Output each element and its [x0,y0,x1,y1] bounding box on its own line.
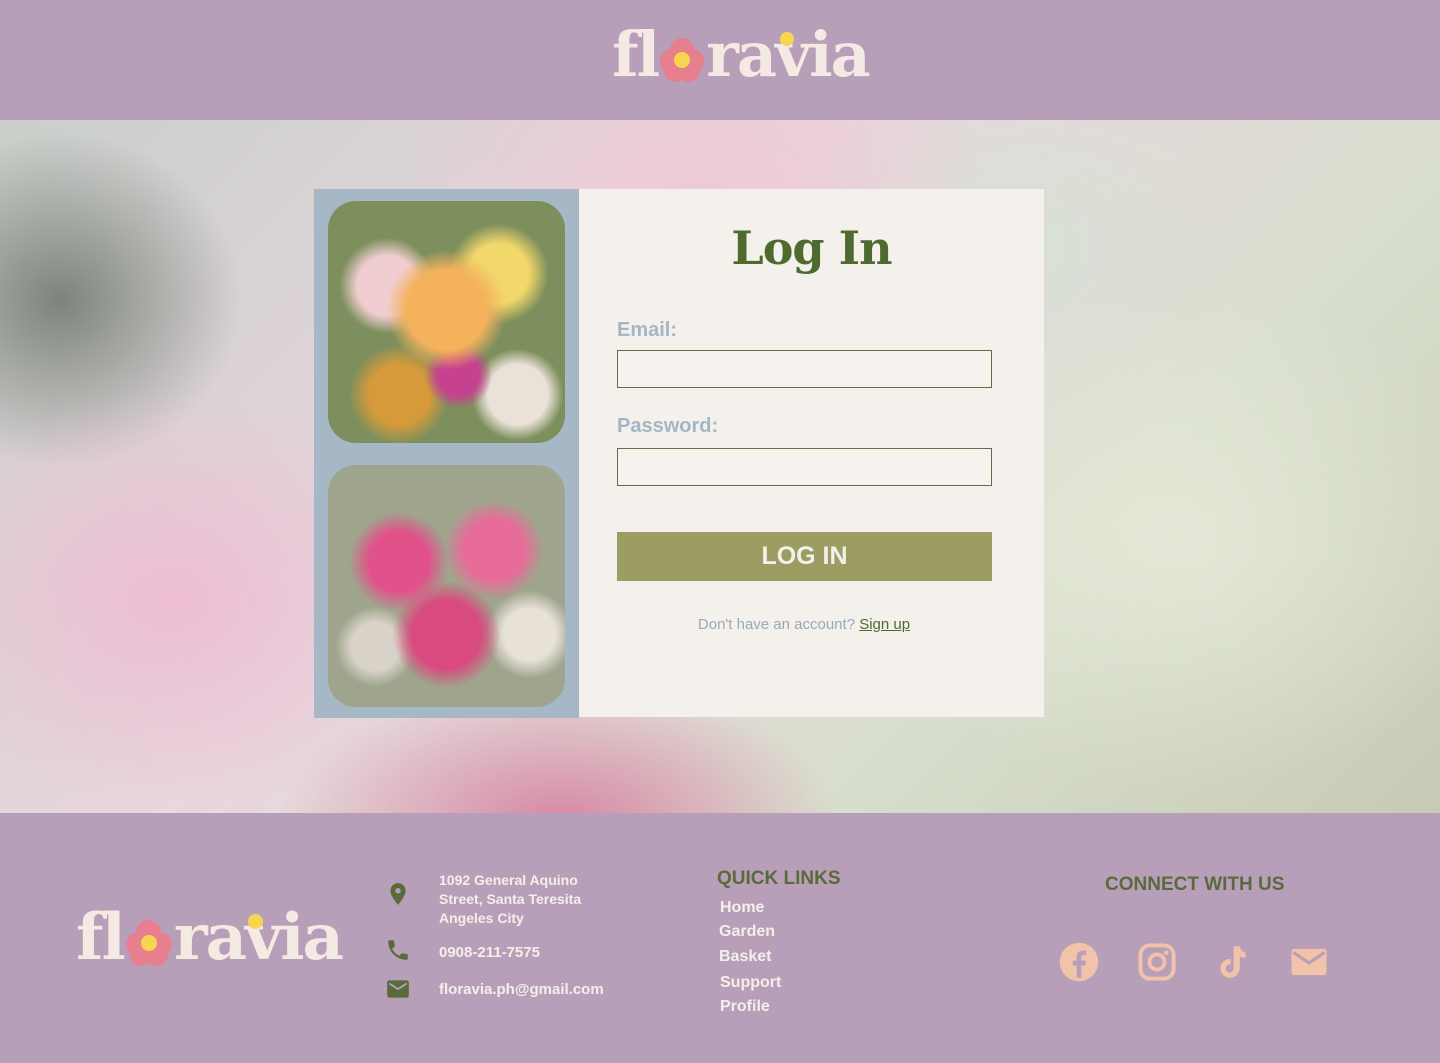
site-logo[interactable]: fl ravia [612,24,871,86]
address-line-1: 1092 General Aquino [439,872,578,888]
quick-link-basket[interactable]: Basket [719,948,771,966]
address-line-3: Angeles City [439,910,524,926]
bouquet-panel [314,189,579,718]
connect-title: CONNECT WITH US [1105,874,1285,895]
site-header: fl ravia [0,0,1440,120]
location-pin-icon [390,883,406,905]
mail-icon[interactable] [1288,941,1330,983]
signup-prompt-text: Don't have an account? [697,616,856,633]
login-title: Log In [731,221,892,275]
quick-link-profile[interactable]: Profile [720,998,770,1016]
signup-prompt-row: Don't have an account? Sign up [579,616,1029,633]
footer-logo-text-fl: fl [76,900,126,975]
logo-flower-icon [658,36,706,86]
phone-icon [388,940,408,960]
quick-link-garden[interactable]: Garden [719,923,775,941]
quick-links-title: QUICK LINKS [717,868,841,889]
footer-logo[interactable]: fl ravia [76,906,344,970]
tiktok-icon[interactable] [1210,941,1252,983]
logo-text-fl: fl [612,18,660,91]
instagram-icon[interactable] [1136,941,1178,983]
bouquet-image-lilies-pink [328,465,565,707]
bouquet-image-lilies-yellow [328,201,565,443]
email-address[interactable]: floravia.ph@gmail.com [439,980,604,999]
login-card: Log In Email: Password: LOG IN Don't hav… [314,189,1044,718]
signup-link[interactable]: Sign up [859,616,910,633]
facebook-icon[interactable] [1058,941,1100,983]
email-icon [387,980,409,998]
login-form-panel: Log In Email: Password: LOG IN Don't hav… [579,189,1044,717]
phone-number[interactable]: 0908-211-7575 [439,943,540,962]
address-line-2: Street, Santa Teresita [439,891,582,907]
quick-link-home[interactable]: Home [720,899,764,917]
address-block: 1092 General Aquino Street, Santa Teresi… [439,871,581,928]
quick-link-support[interactable]: Support [720,974,781,992]
email-field[interactable] [617,350,992,388]
footer-logo-flower-icon [124,918,174,970]
password-label: Password: [617,415,719,437]
email-label: Email: [617,319,678,341]
site-footer: fl ravia 1092 General Aquino Street, San… [0,813,1440,1063]
password-field[interactable] [617,448,992,486]
login-button[interactable]: LOG IN [617,532,992,581]
